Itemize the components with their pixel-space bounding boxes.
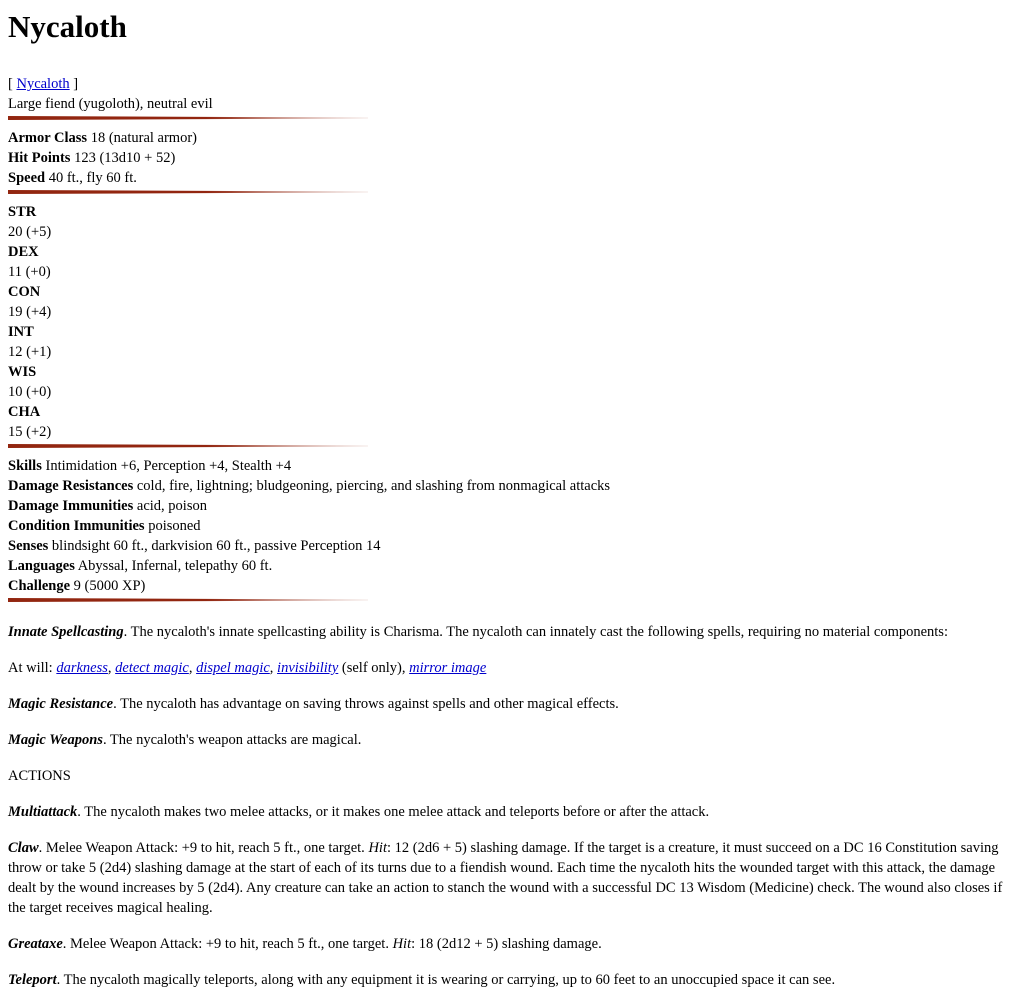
ability-name-int: INT: [8, 322, 1016, 342]
speed-value: 40 ft., fly 60 ft.: [45, 170, 137, 186]
property-value: 9 (5000 XP): [70, 578, 146, 594]
source-line: [ Nycaloth ]: [8, 74, 1016, 94]
ability-label: DEX: [8, 244, 39, 260]
action-teleport: Teleport. The nycaloth magically telepor…: [8, 970, 1010, 990]
condition-immunities-row: Condition Immunities poisoned: [8, 516, 1016, 536]
hit-points-value: 123 (13d10 + 52): [70, 150, 176, 166]
action-name: Multiattack: [8, 804, 78, 820]
ability-value-con: 19 (+4): [8, 304, 52, 320]
source-link[interactable]: Nycaloth: [16, 76, 69, 92]
challenge-row: Challenge 9 (5000 XP): [8, 576, 1016, 596]
ability-label: CHA: [8, 404, 41, 420]
ability-name-str: STR: [8, 202, 1016, 222]
spell-link-detect-magic[interactable]: detect magic: [115, 660, 189, 676]
ability-value-wis: 10 (+0): [8, 384, 52, 400]
abilities-section: STR 20 (+5) DEX 11 (+0) CON 19 (+4) INT …: [8, 202, 1016, 442]
hit-label: Hit: [392, 936, 412, 952]
property-label: Damage Immunities: [8, 498, 134, 514]
senses-row: Senses blindsight 60 ft., darkvision 60 …: [8, 536, 1016, 556]
languages-row: Languages Abyssal, Infernal, telepathy 6…: [8, 556, 1016, 576]
action-claw: Claw. Melee Weapon Attack: +9 to hit, re…: [8, 838, 1010, 918]
armor-class-label: Armor Class: [8, 130, 88, 146]
property-value: cold, fire, lightning; bludgeoning, pier…: [133, 478, 611, 494]
property-label: Skills: [8, 458, 42, 474]
ability-value-str: 20 (+5): [8, 224, 52, 240]
property-label: Condition Immunities: [8, 518, 145, 534]
divider: [8, 598, 368, 602]
ability-value-cha: 15 (+2): [8, 424, 52, 440]
trait-text: . The nycaloth's weapon attacks are magi…: [102, 732, 362, 748]
ability-value-dex: 11 (+0): [8, 264, 51, 280]
hit-points-row: Hit Points 123 (13d10 + 52): [8, 148, 1016, 168]
ability-value-int: 12 (+1): [8, 344, 52, 360]
skills-row: Skills Intimidation +6, Perception +4, S…: [8, 456, 1016, 476]
stat-block: Nycaloth [ Nycaloth ] Large fiend (yugol…: [0, 0, 1024, 990]
creature-type: Large fiend (yugoloth), neutral evil: [8, 96, 213, 112]
trait-text: . The nycaloth has advantage on saving t…: [113, 696, 619, 712]
action-greataxe: Greataxe. Melee Weapon Attack: +9 to hit…: [8, 934, 1010, 954]
property-value: blindsight 60 ft., darkvision 60 ft., pa…: [48, 538, 381, 554]
spell-link-darkness[interactable]: darkness: [56, 660, 108, 676]
trait-name: Innate Spellcasting: [8, 624, 124, 640]
hit-label: Hit: [368, 840, 387, 856]
spell-link-mirror-image[interactable]: mirror image: [409, 660, 486, 676]
trait-name: Magic Weapons: [8, 732, 103, 748]
ability-name-con: CON: [8, 282, 1016, 302]
speed-label: Speed: [8, 170, 46, 186]
spell-list-prefix: At will:: [8, 660, 57, 676]
ability-label: INT: [8, 324, 34, 340]
actions-header: ACTIONS: [8, 768, 71, 784]
speed-row: Speed 40 ft., fly 60 ft.: [8, 168, 1016, 188]
armor-class-value: 18 (natural armor): [87, 130, 197, 146]
property-value: Abyssal, Infernal, telepathy 60 ft.: [74, 558, 273, 574]
property-label: Challenge: [8, 578, 71, 594]
property-value: acid, poison: [133, 498, 207, 514]
spell-list: At will: darkness, detect magic, dispel …: [8, 658, 1010, 678]
property-value: Intimidation +6, Perception +4, Stealth …: [41, 458, 292, 474]
action-name: Claw: [8, 840, 39, 856]
trait-text: . The nycaloth's innate spellcasting abi…: [123, 624, 948, 640]
divider: [8, 444, 368, 448]
action-multiattack: Multiattack. The nycaloth makes two mele…: [8, 802, 1010, 822]
property-label: Senses: [8, 538, 49, 554]
spell-link-invisibility[interactable]: invisibility: [277, 660, 338, 676]
property-value: poisoned: [144, 518, 201, 534]
action-text: . The nycaloth makes two melee attacks, …: [77, 804, 710, 820]
property-label: Languages: [8, 558, 75, 574]
properties-section: Skills Intimidation +6, Perception +4, S…: [8, 456, 1016, 596]
ability-name-wis: WIS: [8, 362, 1016, 382]
source-bracket-close: ]: [69, 76, 79, 92]
spell-note: (self only): [338, 660, 402, 676]
action-name: Greataxe: [8, 936, 63, 952]
ability-label: WIS: [8, 364, 37, 380]
damage-resistances-row: Damage Resistances cold, fire, lightning…: [8, 476, 1016, 496]
trait-magic-weapons: Magic Weapons. The nycaloth's weapon att…: [8, 730, 1010, 750]
trait-magic-resistance: Magic Resistance. The nycaloth has advan…: [8, 694, 1010, 714]
spell-separator: ,: [269, 660, 278, 676]
damage-immunities-row: Damage Immunities acid, poison: [8, 496, 1016, 516]
property-label: Damage Resistances: [8, 478, 134, 494]
ability-label: CON: [8, 284, 41, 300]
page-title: Nycaloth: [8, 9, 127, 44]
divider: [8, 116, 368, 120]
hit-points-label: Hit Points: [8, 150, 71, 166]
ability-name-cha: CHA: [8, 402, 1016, 422]
trait-name: Magic Resistance: [8, 696, 114, 712]
spell-link-dispel-magic[interactable]: dispel magic: [196, 660, 270, 676]
armor-class-row: Armor Class 18 (natural armor): [8, 128, 1016, 148]
trait-innate-spellcasting: Innate Spellcasting. The nycaloth's inna…: [8, 622, 1010, 642]
spell-separator: ,: [188, 660, 197, 676]
action-text: . Melee Weapon Attack: +9 to hit, reach …: [62, 936, 393, 952]
action-text: . Melee Weapon Attack: +9 to hit, reach …: [38, 840, 369, 856]
ability-name-dex: DEX: [8, 242, 1016, 262]
defense-section: Armor Class 18 (natural armor) Hit Point…: [8, 128, 1016, 188]
divider: [8, 190, 368, 194]
action-text: : 18 (2d12 + 5) slashing damage.: [411, 936, 602, 952]
ability-label: STR: [8, 204, 37, 220]
